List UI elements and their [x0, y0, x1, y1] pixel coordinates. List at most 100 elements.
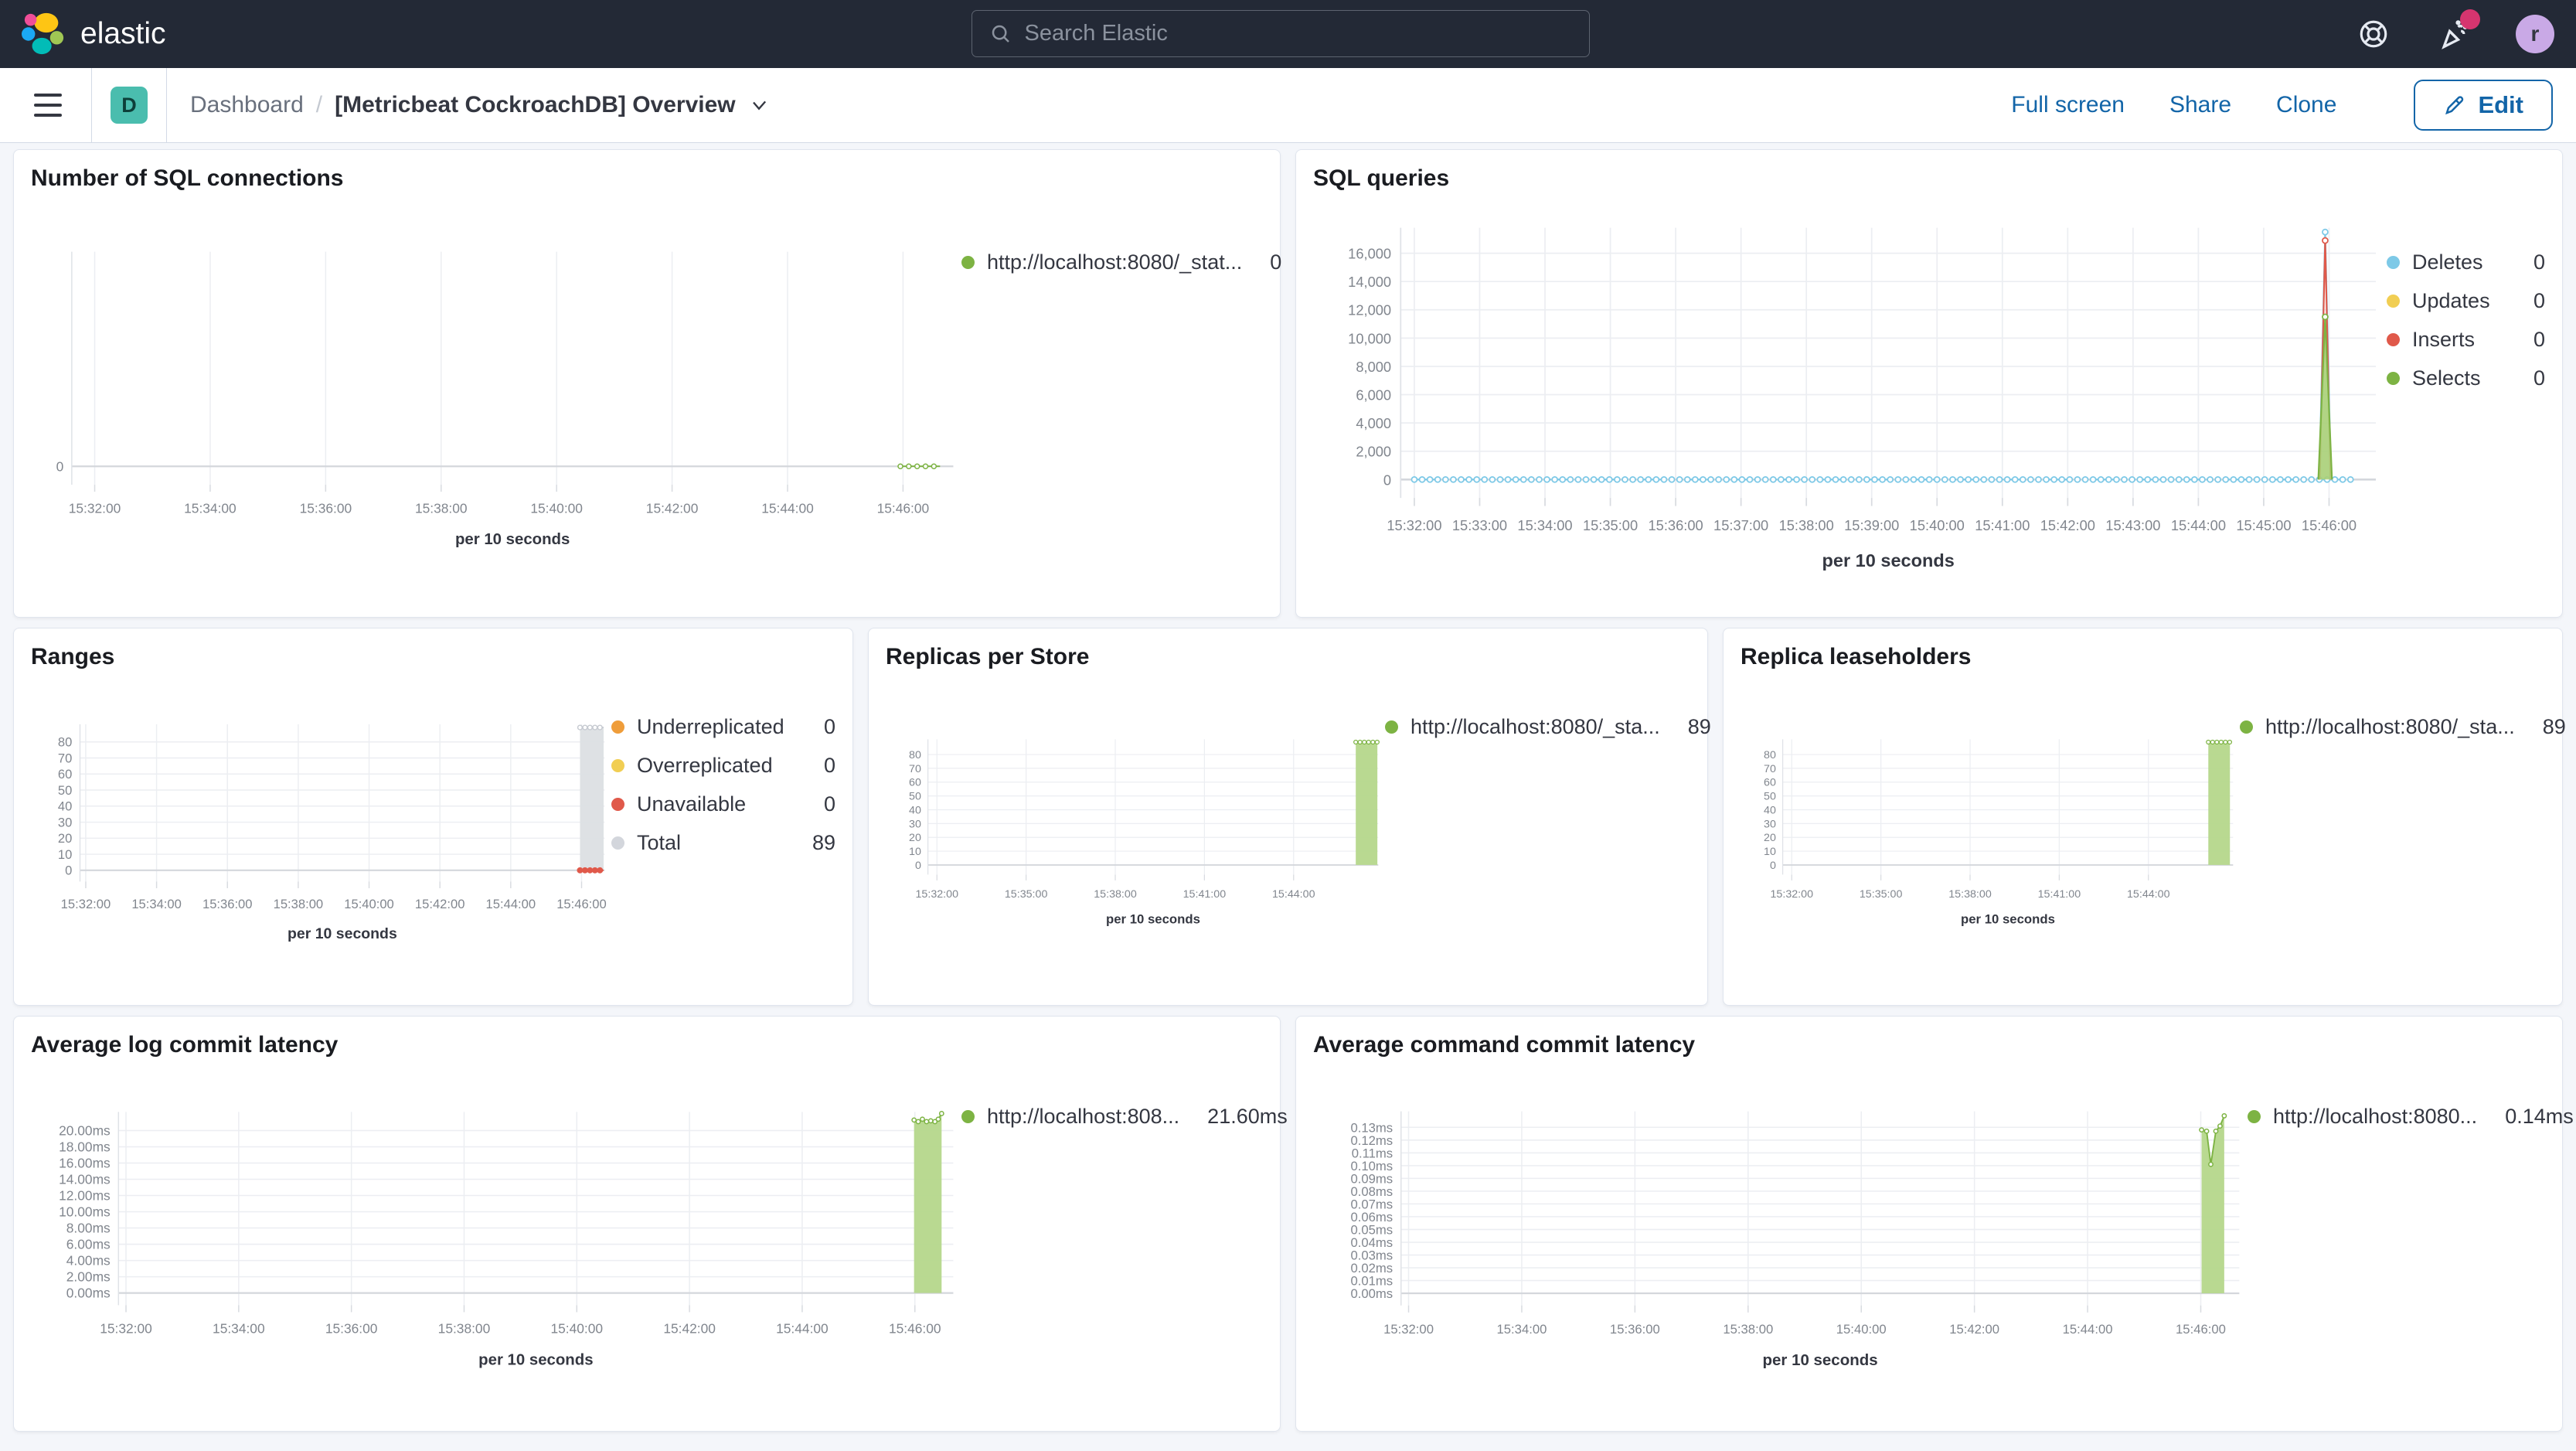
chart-legend: Underreplicated 0 Overreplicated 0 Unavailab… [611, 675, 835, 989]
legend-swatch [961, 256, 975, 269]
page-title: [Metricbeat CockroachDB] Overview [335, 92, 736, 118]
panel-title[interactable]: Number of SQL connections [31, 165, 1263, 192]
svg-text:16,000: 16,000 [1348, 246, 1391, 262]
svg-text:8.00ms: 8.00ms [66, 1221, 111, 1236]
space-initial: D [121, 93, 137, 117]
elastic-home-link[interactable]: elastic [22, 12, 166, 56]
space-switcher[interactable]: D [111, 87, 148, 124]
legend-item[interactable]: http://localhost:808... 21.60ms [961, 1105, 1288, 1129]
svg-text:15:38:00: 15:38:00 [1948, 888, 1992, 901]
svg-text:0.07ms: 0.07ms [1350, 1197, 1393, 1211]
svg-text:15:32:00: 15:32:00 [1383, 1322, 1434, 1337]
svg-text:70: 70 [909, 763, 921, 775]
svg-text:15:42:00: 15:42:00 [663, 1321, 716, 1337]
legend-item[interactable]: http://localhost:8080/_sta... 89 [2240, 715, 2566, 739]
help-button[interactable] [2355, 15, 2392, 53]
legend-item[interactable]: http://localhost:8080... 0.14ms [2248, 1105, 2574, 1129]
legend-label: http://localhost:808... [987, 1105, 1180, 1128]
replica-leaseholders-chart[interactable]: 15:32:00 15:35:00 15:38:00 15:41:00 15:44:00… [1741, 675, 2240, 989]
svg-text:2,000: 2,000 [1356, 444, 1391, 460]
svg-text:15:44:00: 15:44:00 [486, 897, 536, 911]
svg-text:0: 0 [1383, 472, 1391, 488]
legend-label: Updates [2412, 289, 2490, 312]
legend-item[interactable]: Unavailable 0 [611, 792, 835, 816]
legend-item[interactable]: Overreplicated 0 [611, 754, 835, 778]
legend-item[interactable]: http://localhost:8080/_sta... 89 [1385, 715, 1711, 739]
svg-text:15:38:00: 15:38:00 [415, 500, 468, 516]
panel-title[interactable]: SQL queries [1313, 165, 2545, 192]
kibana-app: elastic Search Elastic r D Dashboard / [… [0, 0, 2576, 1432]
legend-item[interactable]: Underreplicated 0 [611, 715, 835, 739]
breadcrumb-dashboard-link[interactable]: Dashboard [190, 92, 304, 118]
legend-value: 0 [823, 715, 835, 738]
panel-title[interactable]: Replica leaseholders [1741, 644, 2545, 670]
life-ring-icon [2360, 20, 2387, 48]
legend-value: 89 [2542, 715, 2566, 738]
news-button[interactable] [2435, 9, 2480, 53]
svg-text:per 10 seconds: per 10 seconds [478, 1351, 593, 1368]
replicas-per-store-chart[interactable]: 15:32:00 15:35:00 15:38:00 15:41:00 15:44:00… [886, 675, 1385, 989]
svg-text:6,000: 6,000 [1356, 387, 1391, 404]
legend-value: 0.14ms [2505, 1105, 2574, 1128]
svg-text:15:35:00: 15:35:00 [1860, 888, 1903, 901]
svg-text:15:44:00: 15:44:00 [2063, 1322, 2113, 1337]
panel-title[interactable]: Ranges [31, 644, 835, 670]
svg-text:15:32:00: 15:32:00 [100, 1321, 152, 1337]
svg-text:0.05ms: 0.05ms [1350, 1223, 1393, 1238]
legend-item[interactable]: Updates 0 [2387, 289, 2545, 313]
svg-text:20.00ms: 20.00ms [59, 1123, 111, 1139]
search-input[interactable] [1024, 21, 1572, 46]
global-search[interactable] [971, 10, 1590, 57]
svg-text:15:42:00: 15:42:00 [1949, 1322, 1999, 1337]
svg-text:15:38:00: 15:38:00 [438, 1321, 491, 1337]
legend-label: http://localhost:8080/_sta... [1411, 715, 1660, 738]
svg-text:50: 50 [1764, 791, 1776, 803]
svg-text:0.03ms: 0.03ms [1350, 1248, 1393, 1263]
svg-text:0: 0 [915, 860, 921, 872]
svg-text:15:46:00: 15:46:00 [877, 500, 930, 516]
sql-connections-chart[interactable]: 15:32:00 15:34:00 15:36:00 15:38:00 15:40:00… [31, 196, 961, 601]
sql-queries-chart[interactable]: 15:32:00 15:33:00 15:34:00 15:35:00 15:36:00… [1313, 196, 2387, 601]
svg-text:4,000: 4,000 [1356, 415, 1391, 431]
legend-item[interactable]: Total 89 [611, 831, 835, 855]
menu-button[interactable] [23, 80, 73, 130]
chevron-down-icon[interactable] [748, 94, 770, 116]
svg-text:15:36:00: 15:36:00 [202, 897, 253, 911]
legend-label: Inserts [2412, 328, 2476, 351]
svg-text:20: 20 [1764, 832, 1776, 844]
legend-swatch [2240, 720, 2253, 734]
legend-item[interactable]: Inserts 0 [2387, 328, 2545, 352]
avg-log-commit-latency-chart[interactable]: 15:32:00 15:34:00 15:36:00 15:38:00 15:40:00… [31, 1063, 961, 1415]
legend-item[interactable]: http://localhost:8080/_stat... 0 [961, 250, 1281, 274]
share-button[interactable]: Share [2169, 92, 2231, 118]
svg-text:15:41:00: 15:41:00 [1975, 517, 2030, 533]
svg-text:15:44:00: 15:44:00 [761, 500, 814, 516]
svg-text:15:44:00: 15:44:00 [2171, 517, 2226, 533]
svg-text:15:42:00: 15:42:00 [415, 897, 465, 911]
divider [91, 67, 92, 143]
panel-title[interactable]: Average log commit latency [31, 1032, 1263, 1058]
edit-button[interactable]: Edit [2414, 80, 2553, 131]
breadcrumb: Dashboard / [Metricbeat CockroachDB] Ove… [190, 92, 770, 118]
panel-title[interactable]: Replicas per Store [886, 644, 1690, 670]
legend-item[interactable]: Selects 0 [2387, 366, 2545, 390]
svg-text:60: 60 [1764, 777, 1776, 789]
user-avatar[interactable]: r [2516, 15, 2554, 53]
ranges-chart[interactable]: 15:32:00 15:34:00 15:36:00 15:38:00 15:40:00… [31, 675, 611, 989]
header-actions: r [2355, 9, 2554, 53]
svg-text:0.10ms: 0.10ms [1350, 1159, 1393, 1173]
legend-value: 0 [823, 754, 835, 777]
legend-swatch [2248, 1110, 2261, 1123]
svg-text:15:44:00: 15:44:00 [776, 1321, 829, 1337]
legend-value: 0 [1270, 250, 1282, 274]
svg-text:60: 60 [58, 767, 72, 782]
clone-button[interactable]: Clone [2276, 92, 2336, 118]
legend-item[interactable]: Deletes 0 [2387, 250, 2545, 274]
avg-command-commit-latency-chart[interactable]: 15:32:00 15:34:00 15:36:00 15:38:00 15:40:00… [1313, 1063, 2248, 1415]
full-screen-button[interactable]: Full screen [2011, 92, 2125, 118]
svg-text:15:40:00: 15:40:00 [1910, 517, 1965, 533]
svg-text:12.00ms: 12.00ms [59, 1188, 111, 1204]
legend-label: Deletes [2412, 250, 2483, 274]
pencil-icon [2445, 96, 2464, 115]
panel-title[interactable]: Average command commit latency [1313, 1032, 2545, 1058]
